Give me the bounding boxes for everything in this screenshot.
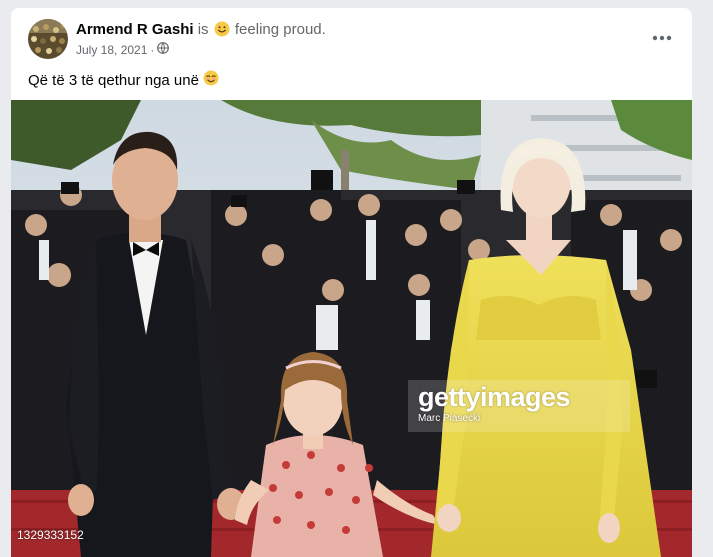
image-id-label: 1329333152 — [17, 528, 84, 542]
watermark-credit: Marc Piasecki — [418, 413, 481, 424]
photo-scene — [11, 100, 692, 557]
smiling-face-icon — [214, 21, 230, 42]
globe-icon — [157, 42, 170, 57]
smiling-face-icon — [203, 70, 219, 92]
watermark-logo: gettyimages — [418, 382, 571, 412]
post-date[interactable]: July 18, 2021 — [76, 43, 147, 57]
author-name[interactable]: Armend R Gashi — [76, 21, 194, 38]
post-meta: July 18, 2021 · — [76, 42, 170, 57]
avatar-image — [28, 19, 68, 59]
more-options-icon — [652, 35, 672, 41]
post-header: Armend R Gashi is feeling proud. July 18… — [11, 8, 692, 68]
getty-watermark: gettyimages Marc Piasecki — [408, 380, 630, 432]
author-avatar[interactable] — [28, 19, 68, 59]
post-photo[interactable]: gettyimages Marc Piasecki 1329333152 — [11, 100, 692, 557]
post-card: Armend R Gashi is feeling proud. July 18… — [11, 8, 692, 557]
author-line: Armend R Gashi is feeling proud. — [76, 21, 326, 42]
activity-prefix: is — [197, 21, 209, 38]
activity-text: feeling proud. — [234, 21, 326, 38]
post-caption: Që të 3 të qethur nga unë — [28, 70, 219, 92]
meta-separator: · — [150, 42, 155, 57]
more-options-button[interactable] — [646, 24, 678, 52]
caption-text: Që të 3 të qethur nga unë — [28, 72, 199, 89]
